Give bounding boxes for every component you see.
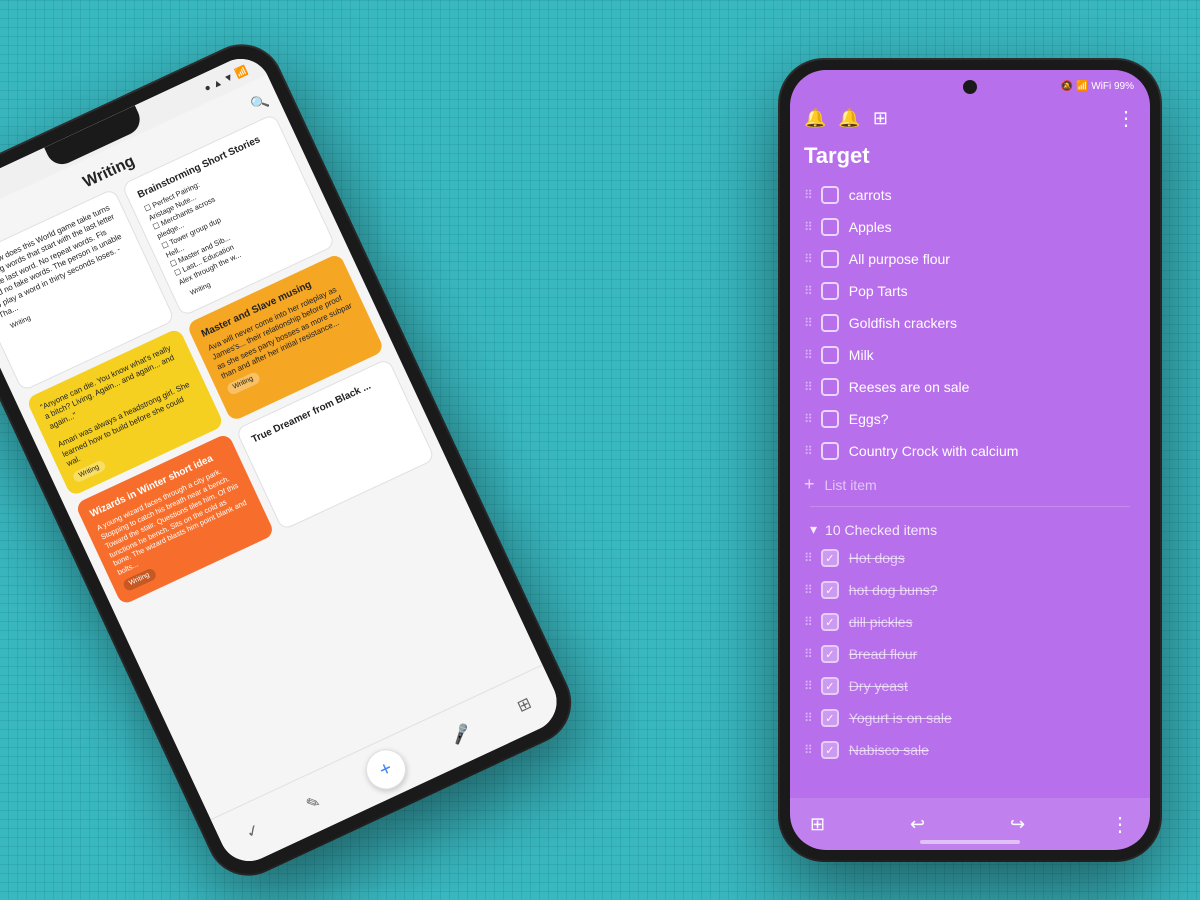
phone2-camera: [963, 80, 977, 94]
phone2-device: 🔕 📶 WiFi 99% 🔔 🔔 ⊞ ⋮ Target ⠿ carrots: [780, 60, 1160, 860]
drag-handle[interactable]: ⠿: [804, 711, 811, 725]
item-text-hotdog-buns: hot dog buns?: [849, 582, 938, 598]
drag-handle[interactable]: ⠿: [804, 316, 811, 330]
checkbox-dry-yeast[interactable]: ✓: [821, 677, 839, 695]
checked-item: ⠿ ✓ hot dog buns?: [796, 574, 1144, 606]
add-icon: +: [804, 474, 815, 495]
item-text-reeses: Reeses are on sale: [849, 379, 970, 395]
item-text-apples: Apples: [849, 219, 892, 235]
drag-handle[interactable]: ⠿: [804, 743, 811, 757]
note-text: ☐ Perfect Pairing: Aristage Nute...☐ Mer…: [143, 143, 315, 288]
checked-item: ⠿ ✓ Hot dogs: [796, 542, 1144, 574]
more-icon[interactable]: ⋮: [1110, 812, 1130, 837]
item-text-bread-flour: Bread flour: [849, 646, 917, 662]
list-item: ⠿ Pop Tarts: [796, 275, 1144, 307]
item-text-nabisco: Nabisco sale: [849, 742, 929, 758]
bell2-icon[interactable]: 🔔: [838, 108, 860, 129]
mic-icon[interactable]: 🎤: [448, 721, 475, 748]
list-item: ⠿ Eggs?: [796, 403, 1144, 435]
bell-icon[interactable]: 🔔: [804, 108, 826, 129]
drag-handle[interactable]: ⠿: [804, 412, 811, 426]
item-text-crock: Country Crock with calcium: [849, 443, 1019, 459]
drag-handle[interactable]: ⠿: [804, 380, 811, 394]
add-item-placeholder[interactable]: List item: [825, 477, 877, 493]
checked-item: ⠿ ✓ dill pickles: [796, 606, 1144, 638]
item-text-dry-yeast: Dry yeast: [849, 678, 908, 694]
checkbox-eggs[interactable]: [821, 410, 839, 428]
checkbox-pickles[interactable]: ✓: [821, 613, 839, 631]
fab-button[interactable]: +: [359, 743, 412, 796]
box-icon[interactable]: ⊞: [873, 108, 888, 129]
checkbox-nabisco[interactable]: ✓: [821, 741, 839, 759]
phone2-wrapper: 🔕 📶 WiFi 99% 🔔 🔔 ⊞ ⋮ Target ⠿ carrots: [780, 60, 1160, 860]
phone2-app-icons: 🔔 🔔 ⊞: [804, 108, 888, 129]
item-text-milk: Milk: [849, 347, 874, 363]
drag-handle[interactable]: ⠿: [804, 615, 811, 629]
checked-item: ⠿ ✓ Bread flour: [796, 638, 1144, 670]
drag-handle[interactable]: ⠿: [804, 444, 811, 458]
checkbox-hotdogs[interactable]: ✓: [821, 549, 839, 567]
drag-handle[interactable]: ⠿: [804, 252, 811, 266]
item-text-poptarts: Pop Tarts: [849, 283, 908, 299]
phone1-wrapper: 3:30 ● ▲ ▼ 📶 ☰ Writing 🔍 So, now does th…: [0, 33, 582, 887]
item-text-flour: All purpose flour: [849, 251, 950, 267]
item-text-yogurt: Yogurt is on sale: [849, 710, 952, 726]
list-title: Target: [790, 139, 1150, 179]
add-item-row[interactable]: + List item: [796, 467, 1144, 502]
checked-item: ⠿ ✓ Yogurt is on sale: [796, 702, 1144, 734]
drag-handle[interactable]: ⠿: [804, 284, 811, 298]
divider: [810, 506, 1130, 507]
list-content: ⠿ carrots ⠿ Apples ⠿ All purpose flour ⠿: [790, 179, 1150, 766]
home-indicator: [920, 840, 1020, 844]
item-text-carrots: carrots: [849, 187, 892, 203]
checkbox-crock[interactable]: [821, 442, 839, 460]
list-item: ⠿ Reeses are on sale: [796, 371, 1144, 403]
list-item: ⠿ All purpose flour: [796, 243, 1144, 275]
phone2-status-icons: 🔕 📶 WiFi 99%: [1061, 81, 1134, 92]
edit-icon[interactable]: ✎: [303, 791, 324, 815]
redo-icon[interactable]: ↪: [1010, 814, 1025, 835]
drag-handle[interactable]: ⠿: [804, 583, 811, 597]
checkbox-milk[interactable]: [821, 346, 839, 364]
checkbox-hotdog-buns[interactable]: ✓: [821, 581, 839, 599]
checkbox-flour[interactable]: [821, 250, 839, 268]
item-text-eggs: Eggs?: [849, 411, 889, 427]
undo-icon[interactable]: ↩: [910, 814, 925, 835]
phone1-bottom-nav: ✓ ✎ + 🎤 ⊞: [211, 665, 567, 871]
list-item: ⠿ Milk: [796, 339, 1144, 371]
checkbox-bread-flour[interactable]: ✓: [821, 645, 839, 663]
drag-handle[interactable]: ⠿: [804, 647, 811, 661]
drag-handle[interactable]: ⠿: [804, 188, 811, 202]
add-note-icon[interactable]: ⊞: [810, 814, 825, 835]
checked-item: ⠿ ✓ Nabisco sale: [796, 734, 1144, 766]
grid-icon[interactable]: ⊞: [514, 693, 535, 717]
phone2-screen: 🔕 📶 WiFi 99% 🔔 🔔 ⊞ ⋮ Target ⠿ carrots: [790, 70, 1150, 850]
phone2-app-header: 🔔 🔔 ⊞ ⋮: [790, 102, 1150, 139]
list-item: ⠿ Goldfish crackers: [796, 307, 1144, 339]
drag-handle[interactable]: ⠿: [804, 551, 811, 565]
list-item: ⠿ carrots: [796, 179, 1144, 211]
drag-handle[interactable]: ⠿: [804, 220, 811, 234]
list-item: ⠿ Apples: [796, 211, 1144, 243]
checked-count-label: 10 Checked items: [825, 522, 937, 538]
item-text-pickles: dill pickles: [849, 614, 913, 630]
checkmark-icon[interactable]: ✓: [243, 820, 264, 844]
phone1-screen: 3:30 ● ▲ ▼ 📶 ☰ Writing 🔍 So, now does th…: [0, 49, 566, 871]
list-item: ⠿ Country Crock with calcium: [796, 435, 1144, 467]
checkbox-goldfish[interactable]: [821, 314, 839, 332]
checkbox-poptarts[interactable]: [821, 282, 839, 300]
drag-handle[interactable]: ⠿: [804, 348, 811, 362]
item-text-goldfish: Goldfish crackers: [849, 315, 957, 331]
checkbox-apples[interactable]: [821, 218, 839, 236]
checkbox-yogurt[interactable]: ✓: [821, 709, 839, 727]
drag-handle[interactable]: ⠿: [804, 679, 811, 693]
checked-section-header[interactable]: ▾ 10 Checked items: [796, 511, 1144, 542]
item-text-hotdogs: Hot dogs: [849, 550, 905, 566]
more-options-icon[interactable]: ⋮: [1116, 106, 1136, 131]
checkbox-carrots[interactable]: [821, 186, 839, 204]
checked-item: ⠿ ✓ Dry yeast: [796, 670, 1144, 702]
phone1-device: 3:30 ● ▲ ▼ 📶 ☰ Writing 🔍 So, now does th…: [0, 33, 582, 887]
chevron-down-icon: ▾: [810, 521, 817, 538]
checkbox-reeses[interactable]: [821, 378, 839, 396]
